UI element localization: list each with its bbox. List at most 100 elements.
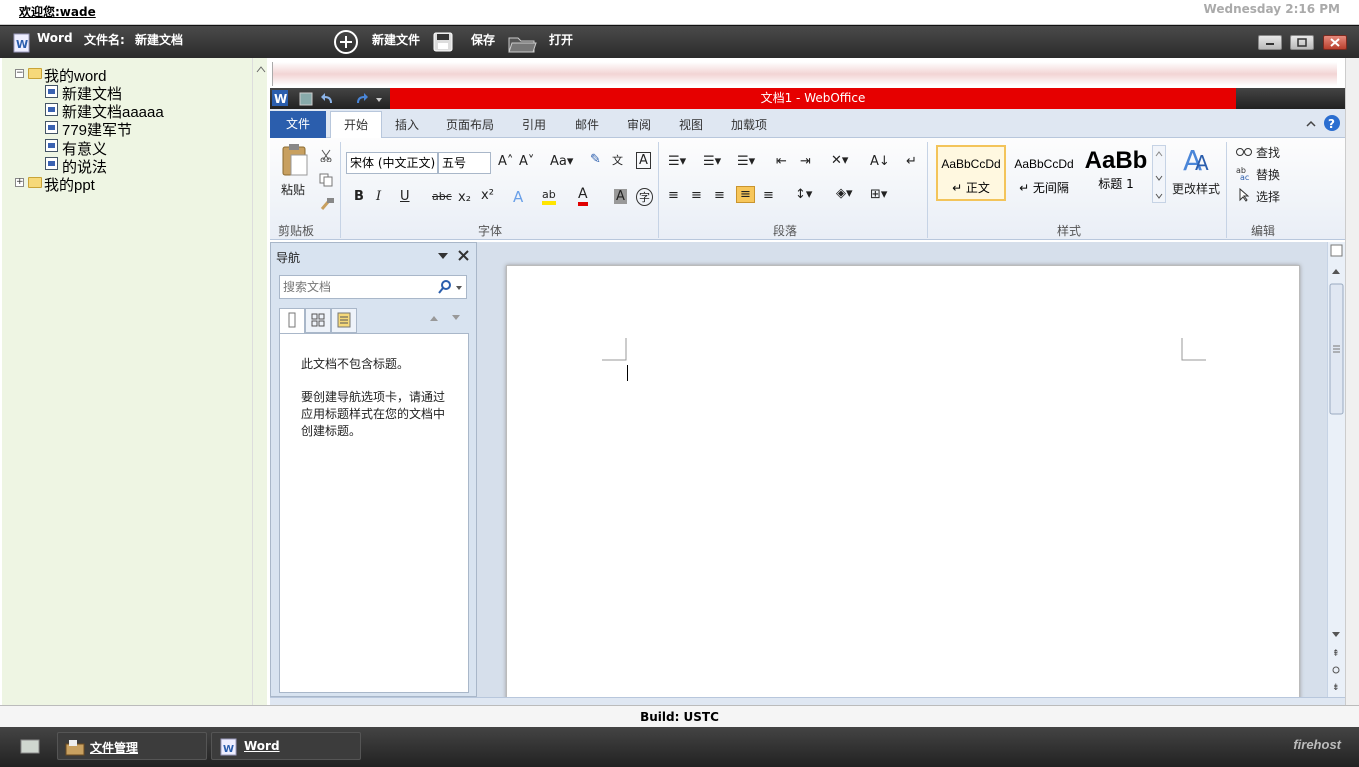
paragraph-group-label: 段落 xyxy=(773,224,798,238)
show-marks-icon[interactable]: ↵ xyxy=(906,154,917,169)
align-right-icon[interactable]: ≡ xyxy=(714,188,725,203)
save-icon[interactable] xyxy=(432,31,454,53)
change-styles-button[interactable]: 更改样式 xyxy=(1172,180,1220,197)
tree-scrollbar[interactable] xyxy=(252,58,267,705)
new-file-button[interactable]: 新建文件 xyxy=(372,31,420,48)
change-styles-icon[interactable]: A A xyxy=(1181,144,1215,176)
help-icon[interactable]: ? xyxy=(1323,114,1341,132)
previous-heading-icon[interactable] xyxy=(428,313,440,323)
highlight-icon[interactable]: ab xyxy=(542,188,556,205)
align-left-icon[interactable]: ≡ xyxy=(668,188,679,203)
text-effects-icon[interactable]: A xyxy=(513,188,523,206)
style-normal[interactable]: AaBbCcDd ↵ 正文 xyxy=(936,145,1006,201)
expand-icon[interactable]: + xyxy=(15,178,24,187)
format-painter-icon[interactable] xyxy=(319,197,335,211)
clear-format-icon[interactable]: ✎ xyxy=(590,152,601,167)
cut-icon[interactable] xyxy=(319,148,333,162)
subscript-icon[interactable]: x₂ xyxy=(458,190,471,205)
taskbar-item-word[interactable]: W Word xyxy=(211,732,361,760)
numbering-icon[interactable]: ☰▾ xyxy=(703,154,721,169)
phonetic-icon[interactable]: 文 xyxy=(612,152,623,168)
tree-item[interactable]: 779建军节 xyxy=(62,119,132,140)
chinese-layout-icon[interactable]: ✕▾ xyxy=(831,153,848,168)
tab-addins[interactable]: 加载项 xyxy=(731,116,767,133)
close-button[interactable] xyxy=(1323,35,1347,50)
sort-icon[interactable]: A↓ xyxy=(870,154,890,169)
style-heading-1[interactable]: AaBb 标题 1 xyxy=(1082,145,1150,201)
underline-icon[interactable]: U xyxy=(400,189,410,204)
scroll-up-icon[interactable] xyxy=(254,63,268,77)
line-spacing-icon[interactable]: ↕▾ xyxy=(795,187,812,202)
quick-save-icon[interactable] xyxy=(298,91,314,107)
shading-icon[interactable]: ◈▾ xyxy=(836,186,853,201)
tab-view[interactable]: 视图 xyxy=(679,116,703,133)
document-page[interactable] xyxy=(506,265,1300,705)
collapse-ribbon-icon[interactable] xyxy=(1305,118,1317,130)
outer-scrollbar[interactable] xyxy=(1345,58,1359,705)
taskbar-item-file-manager[interactable]: 文件管理 xyxy=(57,732,207,760)
save-button[interactable]: 保存 xyxy=(471,31,495,48)
tab-pages[interactable] xyxy=(305,308,331,333)
welcome-link[interactable]: 欢迎您:wade xyxy=(19,3,96,20)
increase-indent-icon[interactable]: ⇥ xyxy=(800,154,811,169)
change-case-icon[interactable]: Aa▾ xyxy=(550,154,573,169)
font-color-icon[interactable]: A xyxy=(578,186,588,206)
shrink-font-icon[interactable]: A˅ xyxy=(519,154,534,169)
align-center-icon[interactable]: ≡ xyxy=(691,188,702,203)
borders-icon[interactable]: ⊞▾ xyxy=(870,187,887,202)
copy-icon[interactable] xyxy=(319,173,333,187)
tab-review[interactable]: 审阅 xyxy=(627,116,651,133)
tab-insert[interactable]: 插入 xyxy=(395,116,419,133)
undo-icon[interactable] xyxy=(320,91,336,107)
tab-mailings[interactable]: 邮件 xyxy=(575,116,599,133)
svg-text:⇟: ⇟ xyxy=(1332,683,1340,692)
char-border-icon[interactable]: A xyxy=(636,152,651,169)
font-size-select[interactable]: 五号 xyxy=(438,152,491,174)
distribute-icon[interactable]: ≡ xyxy=(763,188,774,203)
bullets-icon[interactable]: ☰▾ xyxy=(668,154,686,169)
minimize-button[interactable] xyxy=(1258,35,1282,50)
decrease-indent-icon[interactable]: ⇤ xyxy=(776,154,787,169)
tree-root-ppt[interactable]: 我的ppt xyxy=(44,174,95,195)
italic-icon[interactable]: I xyxy=(376,189,381,204)
grow-font-icon[interactable]: A˄ xyxy=(498,154,513,169)
justify-icon[interactable]: ≡ xyxy=(736,186,755,203)
svg-text:W: W xyxy=(274,92,287,106)
font-name-select[interactable]: 宋体 (中文正文) xyxy=(346,152,438,174)
open-button[interactable]: 打开 xyxy=(549,31,573,48)
tab-file[interactable]: 文件 xyxy=(270,111,326,138)
document-scrollbar[interactable]: ⇞ ⇟ xyxy=(1327,242,1345,697)
select-button[interactable]: 选择 xyxy=(1256,188,1280,205)
bold-icon[interactable]: B xyxy=(354,189,364,204)
next-heading-icon[interactable] xyxy=(450,313,462,323)
close-pane-icon[interactable] xyxy=(458,250,469,261)
maximize-button[interactable] xyxy=(1290,35,1314,50)
collapse-icon[interactable]: − xyxy=(15,69,24,78)
tab-results[interactable] xyxy=(331,308,357,333)
paste-icon[interactable] xyxy=(280,142,310,178)
show-desktop-icon[interactable] xyxy=(20,738,40,756)
find-icon[interactable] xyxy=(1236,144,1252,158)
styles-gallery-scroll[interactable] xyxy=(1152,145,1166,203)
superscript-icon[interactable]: x² xyxy=(481,188,494,203)
char-shading-icon[interactable]: A xyxy=(614,189,627,204)
strikethrough-icon[interactable]: abc xyxy=(432,190,452,203)
open-folder-icon[interactable] xyxy=(507,32,537,54)
tab-layout[interactable]: 页面布局 xyxy=(446,116,494,133)
customize-qat-icon[interactable] xyxy=(373,91,385,107)
find-button[interactable]: 查找 xyxy=(1256,144,1280,161)
tab-headings[interactable] xyxy=(279,308,305,333)
replace-icon[interactable]: abac xyxy=(1236,166,1252,180)
tab-references[interactable]: 引用 xyxy=(522,116,546,133)
tab-home[interactable]: 开始 xyxy=(330,111,382,139)
select-icon[interactable] xyxy=(1237,188,1251,202)
search-icon[interactable] xyxy=(437,279,463,295)
multilevel-list-icon[interactable]: ☰▾ xyxy=(737,154,755,169)
enclose-char-icon[interactable]: 字 xyxy=(636,188,653,206)
redo-icon[interactable] xyxy=(353,91,369,107)
paste-button[interactable]: 粘贴 xyxy=(281,181,305,198)
new-file-icon[interactable] xyxy=(333,29,359,55)
style-no-spacing[interactable]: AaBbCcDd ↵ 无间隔 xyxy=(1009,145,1079,201)
pane-options-icon[interactable] xyxy=(437,251,449,261)
replace-button[interactable]: 替换 xyxy=(1256,166,1280,183)
